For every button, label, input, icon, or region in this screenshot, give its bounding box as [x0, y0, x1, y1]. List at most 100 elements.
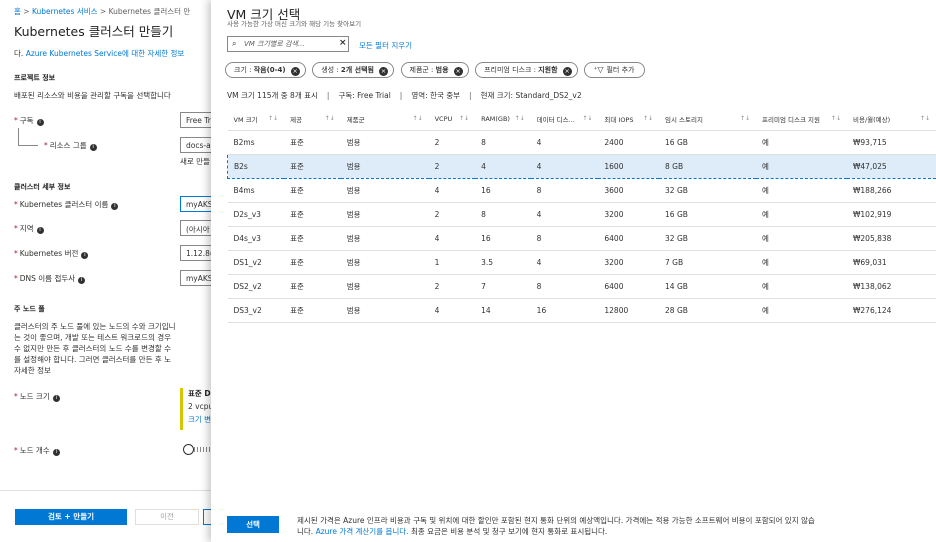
sort-icon[interactable]: ↑↓ [643, 115, 653, 122]
cell-max-iops: 3200 [598, 250, 660, 275]
left-footer: 검토 + 만들기 이전 [0, 490, 211, 542]
cell-temp-storage: 14 GB [659, 274, 757, 299]
table-row[interactable]: B4ms 표준 범용 4 16 8 3600 32 GB 예 ₩188,266 [227, 178, 936, 203]
cell-vcpu: 2 [428, 274, 476, 299]
cell-cost: ₩276,124 [846, 298, 936, 323]
info-icon[interactable]: i [36, 119, 44, 126]
cell-premium-disk: 예 [756, 202, 847, 227]
k8s-version-select[interactable]: 1.12.8( [180, 245, 211, 261]
node-count-label-text: 노드 개수 [19, 446, 50, 455]
filter-pill-family[interactable]: 제품군 : 범용 × [400, 62, 469, 78]
column-header-vcpu[interactable]: VCPU ↑↓ [428, 108, 476, 131]
table-row[interactable]: DS3_v2 표준 범용 4 14 16 12800 28 GB 예 ₩276,124 [227, 298, 936, 323]
dns-prefix-input[interactable]: myAKS [180, 270, 211, 286]
node-count-slider[interactable] [183, 444, 211, 456]
close-circle-icon[interactable]: × [453, 67, 463, 76]
sort-icon[interactable]: ↑↓ [582, 115, 592, 122]
select-button[interactable]: 선택 [227, 516, 279, 533]
change-size-link[interactable]: 크기 변 [188, 414, 211, 425]
separator: | [399, 91, 403, 100]
create-new-resource-group-link[interactable]: 새로 만들 [180, 156, 210, 167]
vm-search-input[interactable] [244, 38, 332, 50]
filter-label: 생성 : [321, 66, 341, 74]
breadcrumb-home-link[interactable]: 홈 [14, 7, 21, 16]
column-header-cost[interactable]: 비용/월(예상) ↑↓ [846, 108, 936, 131]
next-button[interactable] [203, 509, 211, 525]
sort-icon[interactable]: ↑↓ [920, 115, 930, 122]
sort-icon[interactable]: ↑↓ [740, 115, 750, 122]
info-icon[interactable]: i [36, 227, 44, 234]
pool-description-line: 수 없지만 만든 후 클러스터의 노드 수를 변경할 수 [14, 344, 172, 353]
info-icon[interactable]: i [52, 395, 60, 402]
sort-icon[interactable]: ↑↓ [325, 115, 335, 122]
sort-icon[interactable]: ↑↓ [515, 115, 525, 122]
info-icon[interactable]: i [81, 252, 89, 259]
close-circle-icon[interactable]: × [378, 67, 388, 76]
column-header-offering[interactable]: 제공 ↑↓ [284, 108, 341, 131]
table-row[interactable]: D2s_v3 표준 범용 2 8 4 3200 16 GB 예 ₩102,919 [227, 202, 936, 227]
cell-vcpu: 2 [428, 153, 476, 179]
info-icon[interactable]: i [89, 144, 97, 151]
breadcrumb-separator: > [99, 7, 107, 16]
info-icon[interactable]: i [52, 449, 60, 456]
cell-family: 범용 [340, 130, 429, 155]
node-size-label-text: 노드 크기 [19, 392, 50, 401]
close-circle-icon[interactable]: × [290, 67, 300, 76]
review-create-button[interactable]: 검토 + 만들기 [15, 509, 127, 525]
close-icon[interactable]: × [339, 38, 347, 48]
results-summary: VM 크기 115개 중 8개 표시 | 구독: Free Trial | 영역: 한국… [227, 90, 582, 101]
add-filter-button[interactable]: ⁺▽ 필터 추가 [584, 62, 646, 78]
column-header-family[interactable]: 제품군 ↑↓ [340, 108, 429, 131]
table-row[interactable]: B2ms 표준 범용 2 8 4 2400 16 GB 예 ₩93,715 [227, 130, 936, 155]
previous-button[interactable]: 이전 [135, 509, 199, 525]
filter-label: 크기 : [234, 66, 254, 74]
cluster-name-input[interactable]: myAKS [180, 196, 211, 212]
sort-icon[interactable]: ↑↓ [459, 115, 469, 122]
filter-add-icon: ⁺▽ [593, 65, 604, 74]
sort-icon[interactable]: ↑↓ [831, 115, 841, 122]
required-marker: * [14, 274, 18, 283]
k8s-version-label-text: Kubernetes 버전 [19, 249, 79, 258]
cell-vm-size: D2s_v3 [227, 202, 285, 227]
table-row[interactable]: DS1_v2 표준 범용 1 3.5 4 3200 7 GB 예 ₩69,031 [227, 250, 936, 275]
column-header-data-disks[interactable]: 데이터 디스... ↑↓ [530, 108, 599, 131]
cell-ram: 7 [475, 274, 531, 299]
info-icon[interactable]: i [111, 203, 119, 210]
table-body: B2ms 표준 범용 2 8 4 2400 16 GB 예 ₩93,715 B2s 표준 범용 2 4 4 16… [227, 130, 936, 323]
slider-handle[interactable] [183, 444, 194, 455]
required-marker: * [14, 249, 18, 258]
breadcrumb-k8s-services-link[interactable]: Kubernetes 서비스 [32, 7, 98, 16]
resource-group-select[interactable]: docs-ai [180, 137, 211, 153]
sort-icon[interactable]: ↑↓ [413, 115, 423, 122]
close-circle-icon[interactable]: × [562, 67, 572, 76]
clear-all-filters-link[interactable]: 모든 필터 지우기 [359, 40, 412, 51]
cell-max-iops: 6400 [598, 274, 660, 299]
table-row[interactable]: B2s 표준 범용 2 4 4 1600 8 GB 예 ₩47,025 [227, 153, 936, 179]
aks-learn-more-link[interactable]: Azure Kubernetes Service에 대한 자세한 정보 [26, 49, 185, 58]
cell-cost: ₩188,266 [846, 178, 936, 203]
filter-pill-premium-disk[interactable]: 프리미엄 디스크 : 지원함 × [475, 62, 578, 78]
column-header-temp-storage[interactable]: 임시 스토리지 ↑↓ [659, 108, 757, 131]
primary-pool-heading: 주 노드 풀 [14, 305, 45, 313]
vm-search-box[interactable]: ⌕ × [227, 36, 349, 52]
cell-vcpu: 4 [428, 178, 476, 203]
table-row[interactable]: D4s_v3 표준 범용 4 16 8 6400 32 GB 예 ₩205,838 [227, 226, 936, 251]
column-header-label: 프리미엄 디스크 지원 [762, 115, 820, 124]
column-header-max-iops[interactable]: 최대 IOPS ↑↓ [598, 108, 660, 131]
cell-premium-disk: 예 [756, 178, 847, 203]
sort-icon[interactable]: ↑↓ [268, 115, 278, 122]
filter-pill-size[interactable]: 크기 : 작음(0-4) × [225, 62, 306, 78]
slider-track[interactable] [194, 447, 211, 452]
subscription-select[interactable]: Free Tri [180, 112, 211, 128]
column-header-ram[interactable]: RAM(GB) ↑↓ [475, 108, 531, 131]
column-header-label: 임시 스토리지 [665, 115, 703, 124]
filter-pill-generation[interactable]: 생성 : 2개 선택됨 × [312, 62, 394, 78]
column-header-premium-disk[interactable]: 프리미엄 디스크 지원 ↑↓ [756, 108, 847, 131]
table-row[interactable]: DS2_v2 표준 범용 2 7 8 6400 14 GB 예 ₩138,062 [227, 274, 936, 299]
cell-cost: ₩47,025 [846, 153, 936, 179]
info-icon[interactable]: i [78, 277, 86, 284]
pricing-calculator-link[interactable]: Azure 가격 계산기를 봅니다. [316, 527, 409, 536]
column-header-vm-size[interactable]: VM 크기 ↑↓ [227, 108, 285, 131]
pool-learn-more-link[interactable]: 자세한 정보 [14, 365, 51, 376]
region-select[interactable]: (아시아 [180, 220, 211, 236]
